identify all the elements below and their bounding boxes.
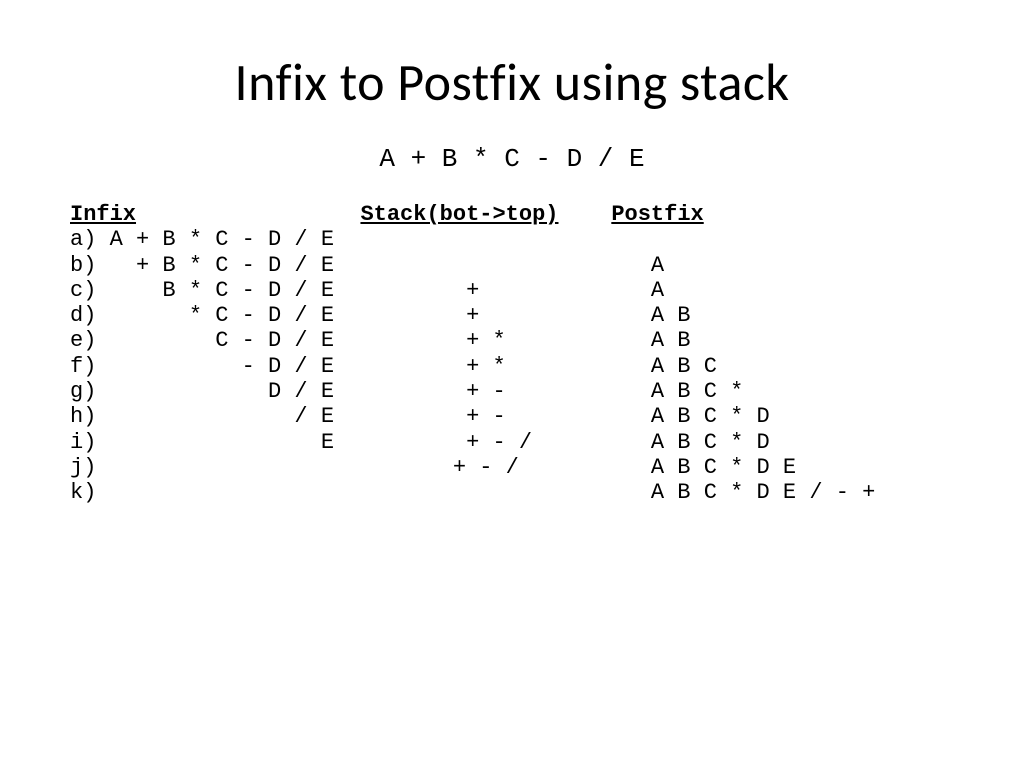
header-spacer2 bbox=[559, 202, 612, 227]
trace-row: f) - D / E + * A B C bbox=[70, 354, 717, 379]
trace-row: a) A + B * C - D / E bbox=[70, 227, 651, 252]
trace-row: i) E + - / A B C * D bbox=[70, 430, 770, 455]
header-spacer1 bbox=[136, 202, 360, 227]
trace-row: d) * C - D / E + A B bbox=[70, 303, 691, 328]
header-stack: Stack(bot->top) bbox=[360, 202, 558, 227]
trace-row: g) D / E + - A B C * bbox=[70, 379, 743, 404]
trace-table: Infix Stack(bot->top) Postfix a) A + B *… bbox=[70, 202, 964, 506]
trace-row: e) C - D / E + * A B bbox=[70, 328, 691, 353]
slide-title: Infix to Postfix using stack bbox=[60, 50, 964, 114]
expression: A + B * C - D / E bbox=[60, 144, 964, 174]
slide: Infix to Postfix using stack A + B * C -… bbox=[0, 0, 1024, 556]
trace-row: j) + - / A B C * D E bbox=[70, 455, 796, 480]
trace-row: h) / E + - A B C * D bbox=[70, 404, 770, 429]
trace-row: b) + B * C - D / E A bbox=[70, 253, 664, 278]
trace-row: c) B * C - D / E + A bbox=[70, 278, 664, 303]
header-infix: Infix bbox=[70, 202, 136, 227]
header-postfix: Postfix bbox=[611, 202, 703, 227]
trace-row: k) A B C * D E / - + bbox=[70, 480, 875, 505]
